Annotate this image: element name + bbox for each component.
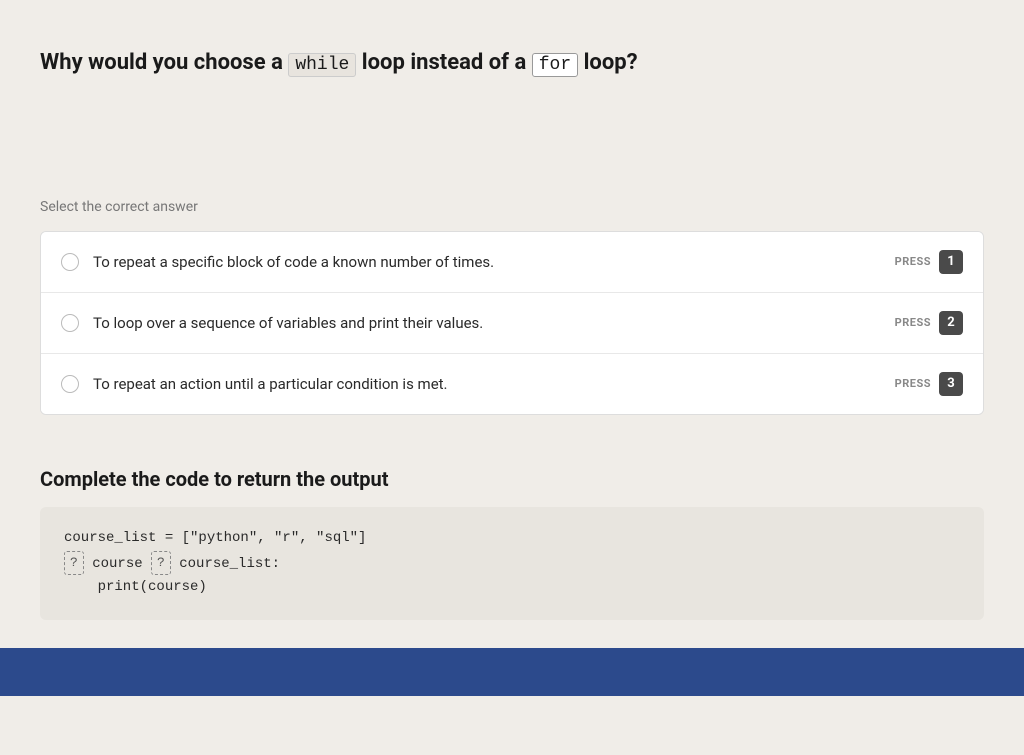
placeholder-2[interactable]: ? <box>151 551 171 575</box>
answer-left-1: To repeat a specific block of code a kno… <box>61 253 494 271</box>
answer-option-2[interactable]: To loop over a sequence of variables and… <box>41 293 983 354</box>
question-section: Why would you choose a while loop instea… <box>0 20 1024 439</box>
placeholder-1[interactable]: ? <box>64 551 84 575</box>
page-container: Why would you choose a while loop instea… <box>0 0 1024 696</box>
code-text-2: course <box>84 555 151 571</box>
code-text-3: course_list: <box>171 555 280 571</box>
question-middle: loop instead of a <box>356 50 531 75</box>
answer-left-2: To loop over a sequence of variables and… <box>61 314 483 332</box>
select-label: Select the correct answer <box>40 199 984 215</box>
press-number-2: 2 <box>939 311 963 335</box>
option-text-2: To loop over a sequence of variables and… <box>93 314 483 332</box>
radio-2[interactable] <box>61 314 79 332</box>
while-code: while <box>288 53 356 77</box>
code-line-1: course_list = ["python", "r", "sql"] <box>64 527 960 551</box>
code-section: Complete the code to return the output c… <box>0 439 1024 648</box>
for-code: for <box>532 53 578 77</box>
code-line-2: ? course ? course_list: <box>64 551 960 577</box>
press-badge-3: PRESS 3 <box>895 372 963 396</box>
answer-left-3: To repeat an action until a particular c… <box>61 375 448 393</box>
code-line-3: print(course) <box>64 576 960 600</box>
answer-option-3[interactable]: To repeat an action until a particular c… <box>41 354 983 414</box>
press-number-3: 3 <box>939 372 963 396</box>
code-block: course_list = ["python", "r", "sql"] ? c… <box>40 507 984 620</box>
question-title: Why would you choose a while loop instea… <box>40 48 984 79</box>
radio-1[interactable] <box>61 253 79 271</box>
question-suffix: loop? <box>578 50 637 75</box>
bottom-bar <box>0 648 1024 696</box>
press-badge-2: PRESS 2 <box>895 311 963 335</box>
option-text-1: To repeat a specific block of code a kno… <box>93 253 494 271</box>
press-label-3: PRESS <box>895 377 931 390</box>
answer-options: To repeat a specific block of code a kno… <box>40 231 984 415</box>
press-badge-1: PRESS 1 <box>895 250 963 274</box>
code-text-4: print(course) <box>64 579 207 595</box>
radio-3[interactable] <box>61 375 79 393</box>
code-text-1: course_list = ["python", "r", "sql"] <box>64 530 366 546</box>
press-number-1: 1 <box>939 250 963 274</box>
question-prefix: Why would you choose a <box>40 50 288 75</box>
answer-option-1[interactable]: To repeat a specific block of code a kno… <box>41 232 983 293</box>
press-label-1: PRESS <box>895 255 931 268</box>
code-section-title: Complete the code to return the output <box>40 467 984 491</box>
press-label-2: PRESS <box>895 316 931 329</box>
option-text-3: To repeat an action until a particular c… <box>93 375 448 393</box>
